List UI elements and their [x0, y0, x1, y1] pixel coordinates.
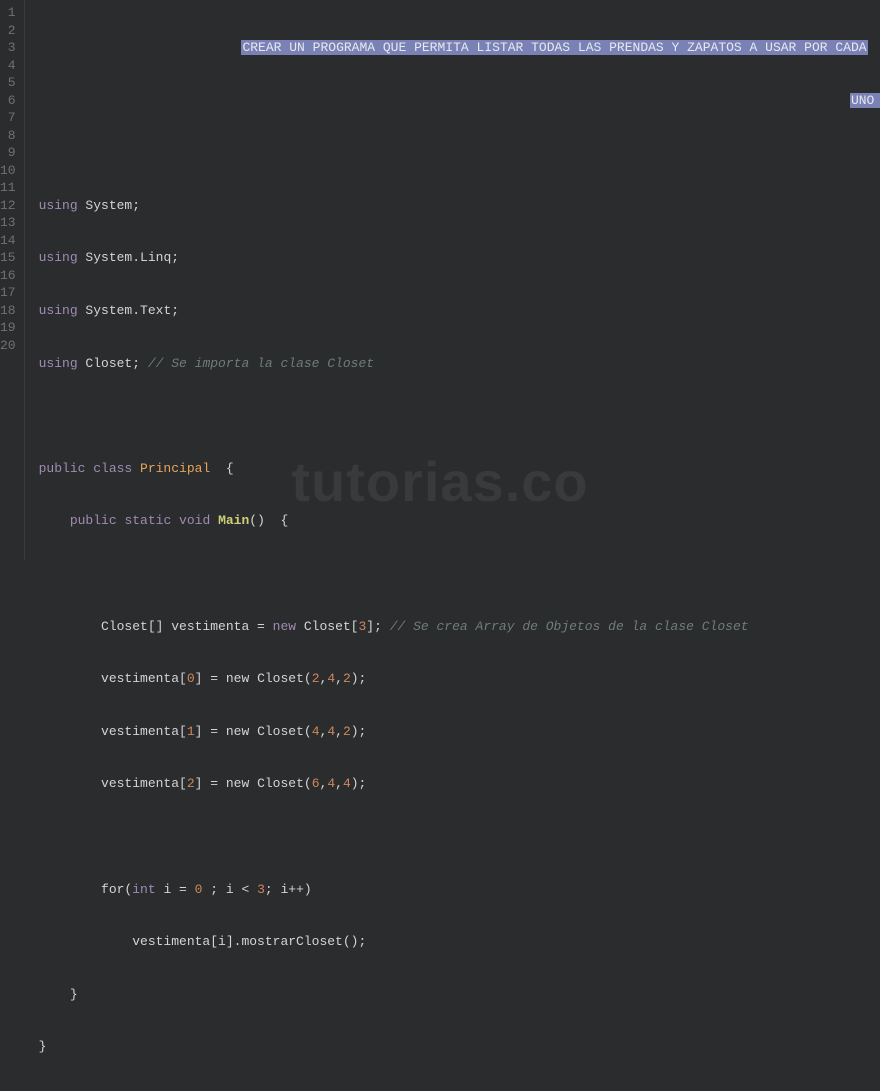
code-line: CREAR UN PROGRAMA QUE PERMITA LISTAR TOD…: [39, 39, 880, 57]
code-line: UNO DE TRES CLOSET: [39, 92, 880, 110]
line-number: 18: [0, 302, 16, 320]
code-line: using System;: [39, 197, 880, 215]
line-number: 15: [0, 249, 16, 267]
code-line: using Closet; // Se importa la clase Clo…: [39, 355, 880, 373]
code-line: public static void Main() {: [39, 512, 880, 530]
selected-text: CREAR UN PROGRAMA QUE PERMITA LISTAR TOD…: [241, 40, 867, 55]
code-line: Closet[] vestimenta = new Closet[3]; // …: [39, 618, 880, 636]
line-number: 4: [0, 57, 16, 75]
selected-text: UNO DE TRES CLOSET: [850, 93, 880, 108]
line-number: 3: [0, 39, 16, 57]
line-number: 10: [0, 162, 16, 180]
code-line: using System.Linq;: [39, 249, 880, 267]
code-editor[interactable]: 1234567891011121314151617181920 CREAR UN…: [0, 0, 880, 560]
line-number: 16: [0, 267, 16, 285]
line-number: 6: [0, 92, 16, 110]
line-number: 5: [0, 74, 16, 92]
line-number: 9: [0, 144, 16, 162]
line-number: 1: [0, 4, 16, 22]
line-number: 20: [0, 337, 16, 355]
line-number: 7: [0, 109, 16, 127]
code-line: public class Principal {: [39, 460, 880, 478]
code-line: using System.Text;: [39, 302, 880, 320]
line-gutter: 1234567891011121314151617181920: [0, 0, 25, 560]
line-number: 13: [0, 214, 16, 232]
line-number: 14: [0, 232, 16, 250]
code-area[interactable]: CREAR UN PROGRAMA QUE PERMITA LISTAR TOD…: [25, 0, 880, 560]
code-line: }: [39, 986, 880, 1004]
line-number: 11: [0, 179, 16, 197]
code-line: [39, 144, 880, 162]
code-line: vestimenta[0] = new Closet(2,4,2);: [39, 670, 880, 688]
code-line: [39, 828, 880, 846]
code-line: vestimenta[i].mostrarCloset();: [39, 933, 880, 951]
code-line: for(int i = 0 ; i < 3; i++): [39, 881, 880, 899]
line-number: 17: [0, 284, 16, 302]
code-line: vestimenta[2] = new Closet(6,4,4);: [39, 775, 880, 793]
code-line: vestimenta[1] = new Closet(4,4,2);: [39, 723, 880, 741]
line-number: 8: [0, 127, 16, 145]
line-number: 19: [0, 319, 16, 337]
line-number: 2: [0, 22, 16, 40]
code-line: [39, 407, 880, 425]
code-line: [39, 565, 880, 583]
line-number: 12: [0, 197, 16, 215]
code-line: }: [39, 1038, 880, 1056]
